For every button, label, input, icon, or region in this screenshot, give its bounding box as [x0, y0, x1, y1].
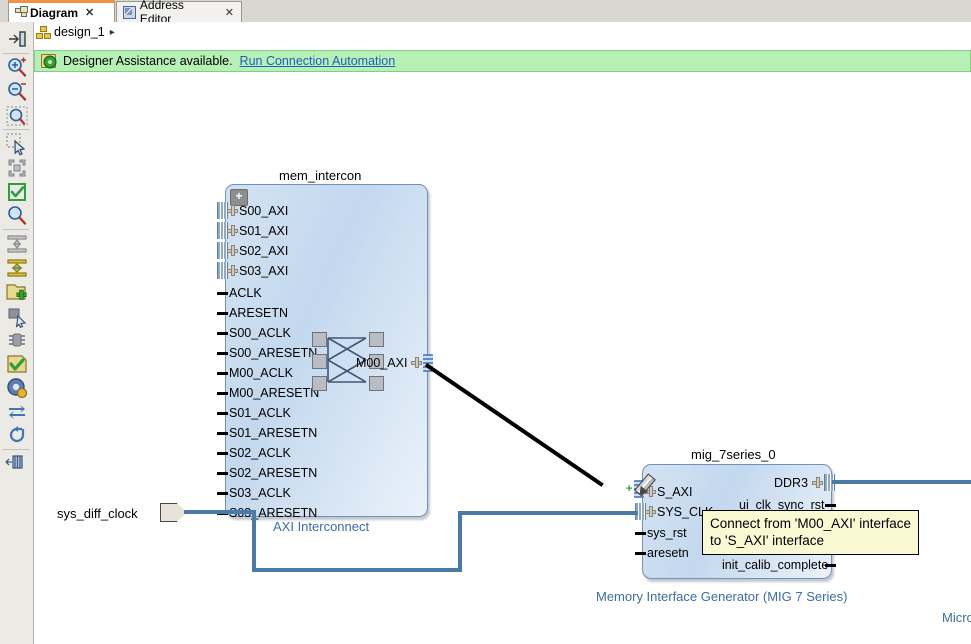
wire-sys-diff-clock-seg3 [252, 568, 462, 572]
pin-s02-aresetn-stub[interactable] [217, 472, 228, 475]
s03-axi-plus-icon[interactable] [227, 265, 238, 276]
pin-aresetn-stub[interactable] [217, 312, 228, 315]
port-s01-aclk[interactable]: S01_ACLK [229, 407, 291, 419]
sys-clk-plus-icon[interactable] [645, 506, 656, 517]
pin-aclk-stub[interactable] [217, 292, 228, 295]
s02-axi-plus-icon[interactable] [227, 245, 238, 256]
port-s02-aclk[interactable]: S02_ACLK [229, 447, 291, 459]
port-aresetn-mig[interactable]: aresetn [647, 547, 689, 559]
s00-axi-plus-icon[interactable] [227, 205, 238, 216]
pin-s00-aresetn-stub[interactable] [217, 352, 228, 355]
connection-tooltip: Connect from 'M00_AXI' interface to 'S_A… [702, 510, 919, 555]
tooltip-line-2: to 'S_AXI' interface [710, 532, 911, 549]
regenerate-layout-icon[interactable] [5, 180, 29, 204]
sys-diff-clock-port[interactable] [160, 503, 187, 522]
debug-icon[interactable] [5, 328, 29, 352]
port-s01-axi[interactable]: S01_AXI [239, 225, 288, 237]
port-s02-axi[interactable]: S02_AXI [239, 245, 288, 257]
validate-design-icon[interactable] [5, 352, 29, 376]
select-pointer-icon[interactable] [5, 132, 29, 156]
tab-diagram[interactable]: Diagram ✕ [8, 0, 115, 22]
chevron-right-icon: ▸ [110, 27, 115, 38]
zoom-out-icon[interactable] [5, 80, 29, 104]
wire-sys-diff-clock-seg1 [184, 510, 256, 514]
collapse-all-icon[interactable] [5, 232, 29, 256]
port-m00-aclk[interactable]: M00_ACLK [229, 367, 293, 379]
pin-ui-clk-sync-rst-stub[interactable] [825, 504, 836, 507]
wire-sys-diff-clock-seg4 [458, 511, 462, 572]
wire-sys-diff-clock-seg5 [458, 511, 638, 515]
undo-layout-icon[interactable] [5, 424, 29, 448]
sys-diff-clock-label: sys_diff_clock [57, 506, 138, 521]
add-ip-icon[interactable] [5, 280, 29, 304]
designer-assistance-banner: Designer Assistance available. Run Conne… [34, 50, 971, 72]
hierarchy-icon [36, 26, 49, 38]
tab-diagram-close-icon[interactable]: ✕ [85, 6, 94, 19]
m00-axi-plus-icon[interactable] [411, 357, 422, 368]
diagram-left-toolbar [0, 22, 34, 644]
tab-address-editor[interactable]: Address Editor ✕ [116, 1, 242, 22]
add-module-icon[interactable] [5, 304, 29, 328]
breadcrumb-root[interactable]: design_1 [54, 25, 105, 39]
port-s00-aresetn[interactable]: S00_ARESETN [229, 347, 317, 359]
port-s03-aclk[interactable]: S03_ACLK [229, 487, 291, 499]
port-s02-aresetn[interactable]: S02_ARESETN [229, 467, 317, 479]
port-s01-aresetn[interactable]: S01_ARESETN [229, 427, 317, 439]
pin-s00-aclk-stub[interactable] [217, 332, 228, 335]
tooltip-line-1: Connect from 'M00_AXI' interface [710, 515, 911, 532]
pin-m00-aclk-stub[interactable] [217, 372, 228, 375]
port-s03-axi[interactable]: S03_AXI [239, 265, 288, 277]
block-design-canvas[interactable]: mem_intercon + S00_AXI S01_AXI S02_AXI S… [34, 74, 971, 644]
pin-s01-aclk-stub[interactable] [217, 412, 228, 415]
designer-assistance-icon [41, 54, 56, 68]
port-init-calib-complete[interactable]: init_calib_complete [722, 559, 828, 571]
connect-valid-marker: + [626, 485, 632, 494]
port-s00-aclk[interactable]: S00_ACLK [229, 327, 291, 339]
editor-tab-bar: Diagram ✕ Address Editor ✕ [0, 0, 971, 23]
pin-aresetn-mig-stub[interactable] [635, 552, 646, 555]
connection-drag-line [425, 363, 604, 487]
zoom-area-icon[interactable] [5, 204, 29, 228]
collapse-panel-icon[interactable] [5, 27, 29, 51]
wire-ddr3-out [832, 480, 971, 484]
mig-7series-subtitle: Memory Interface Generator (MIG 7 Series… [596, 589, 847, 604]
port-aclk[interactable]: ACLK [229, 287, 262, 299]
mem-intercon-subtitle: AXI Interconnect [273, 519, 369, 534]
breadcrumb: design_1 ▸ [36, 25, 115, 39]
port-m00-axi[interactable]: M00_AXI [356, 357, 407, 369]
pencil-cursor-icon [635, 472, 661, 498]
zoom-fit-icon[interactable] [5, 104, 29, 128]
pin-s03-aclk-stub[interactable] [217, 492, 228, 495]
banner-message: Designer Assistance available. [63, 54, 233, 68]
port-s-axi[interactable]: S_AXI [657, 486, 692, 498]
breadcrumb-bar [0, 22, 971, 44]
port-aresetn[interactable]: ARESETN [229, 307, 288, 319]
port-ddr3[interactable]: DDR3 [774, 477, 808, 489]
pin-s02-aclk-stub[interactable] [217, 452, 228, 455]
wire-sys-diff-clock-seg2 [252, 510, 256, 572]
ddr3-plus-icon[interactable] [812, 477, 823, 488]
refresh-layout-icon[interactable] [5, 400, 29, 424]
address-editor-icon [123, 6, 136, 19]
zoom-in-icon[interactable] [5, 56, 29, 80]
pin-m00-aresetn-stub[interactable] [217, 392, 228, 395]
offscreen-block-subtitle: Micro [942, 610, 971, 625]
port-s00-axi[interactable]: S00_AXI [239, 205, 288, 217]
mig-7series-title: mig_7series_0 [691, 447, 776, 462]
pin-init-calib-complete-stub[interactable] [825, 564, 836, 567]
s01-axi-plus-icon[interactable] [227, 225, 238, 236]
run-connection-automation-link[interactable]: Run Connection Automation [240, 54, 396, 68]
settings-icon[interactable] [5, 376, 29, 400]
pin-sys-rst-stub[interactable] [635, 532, 646, 535]
auto-layout-icon[interactable] [5, 156, 29, 180]
expand-all-icon[interactable] [5, 256, 29, 280]
pin-s01-aresetn-stub[interactable] [217, 432, 228, 435]
port-m00-aresetn[interactable]: M00_ARESETN [229, 387, 319, 399]
tab-address-editor-close-icon[interactable]: ✕ [225, 6, 234, 19]
port-sys-rst[interactable]: sys_rst [647, 527, 687, 539]
diagram-icon [15, 7, 26, 18]
interface-connection-icon[interactable] [5, 450, 29, 474]
tab-diagram-label: Diagram [30, 6, 78, 20]
mem-intercon-title: mem_intercon [279, 168, 361, 183]
